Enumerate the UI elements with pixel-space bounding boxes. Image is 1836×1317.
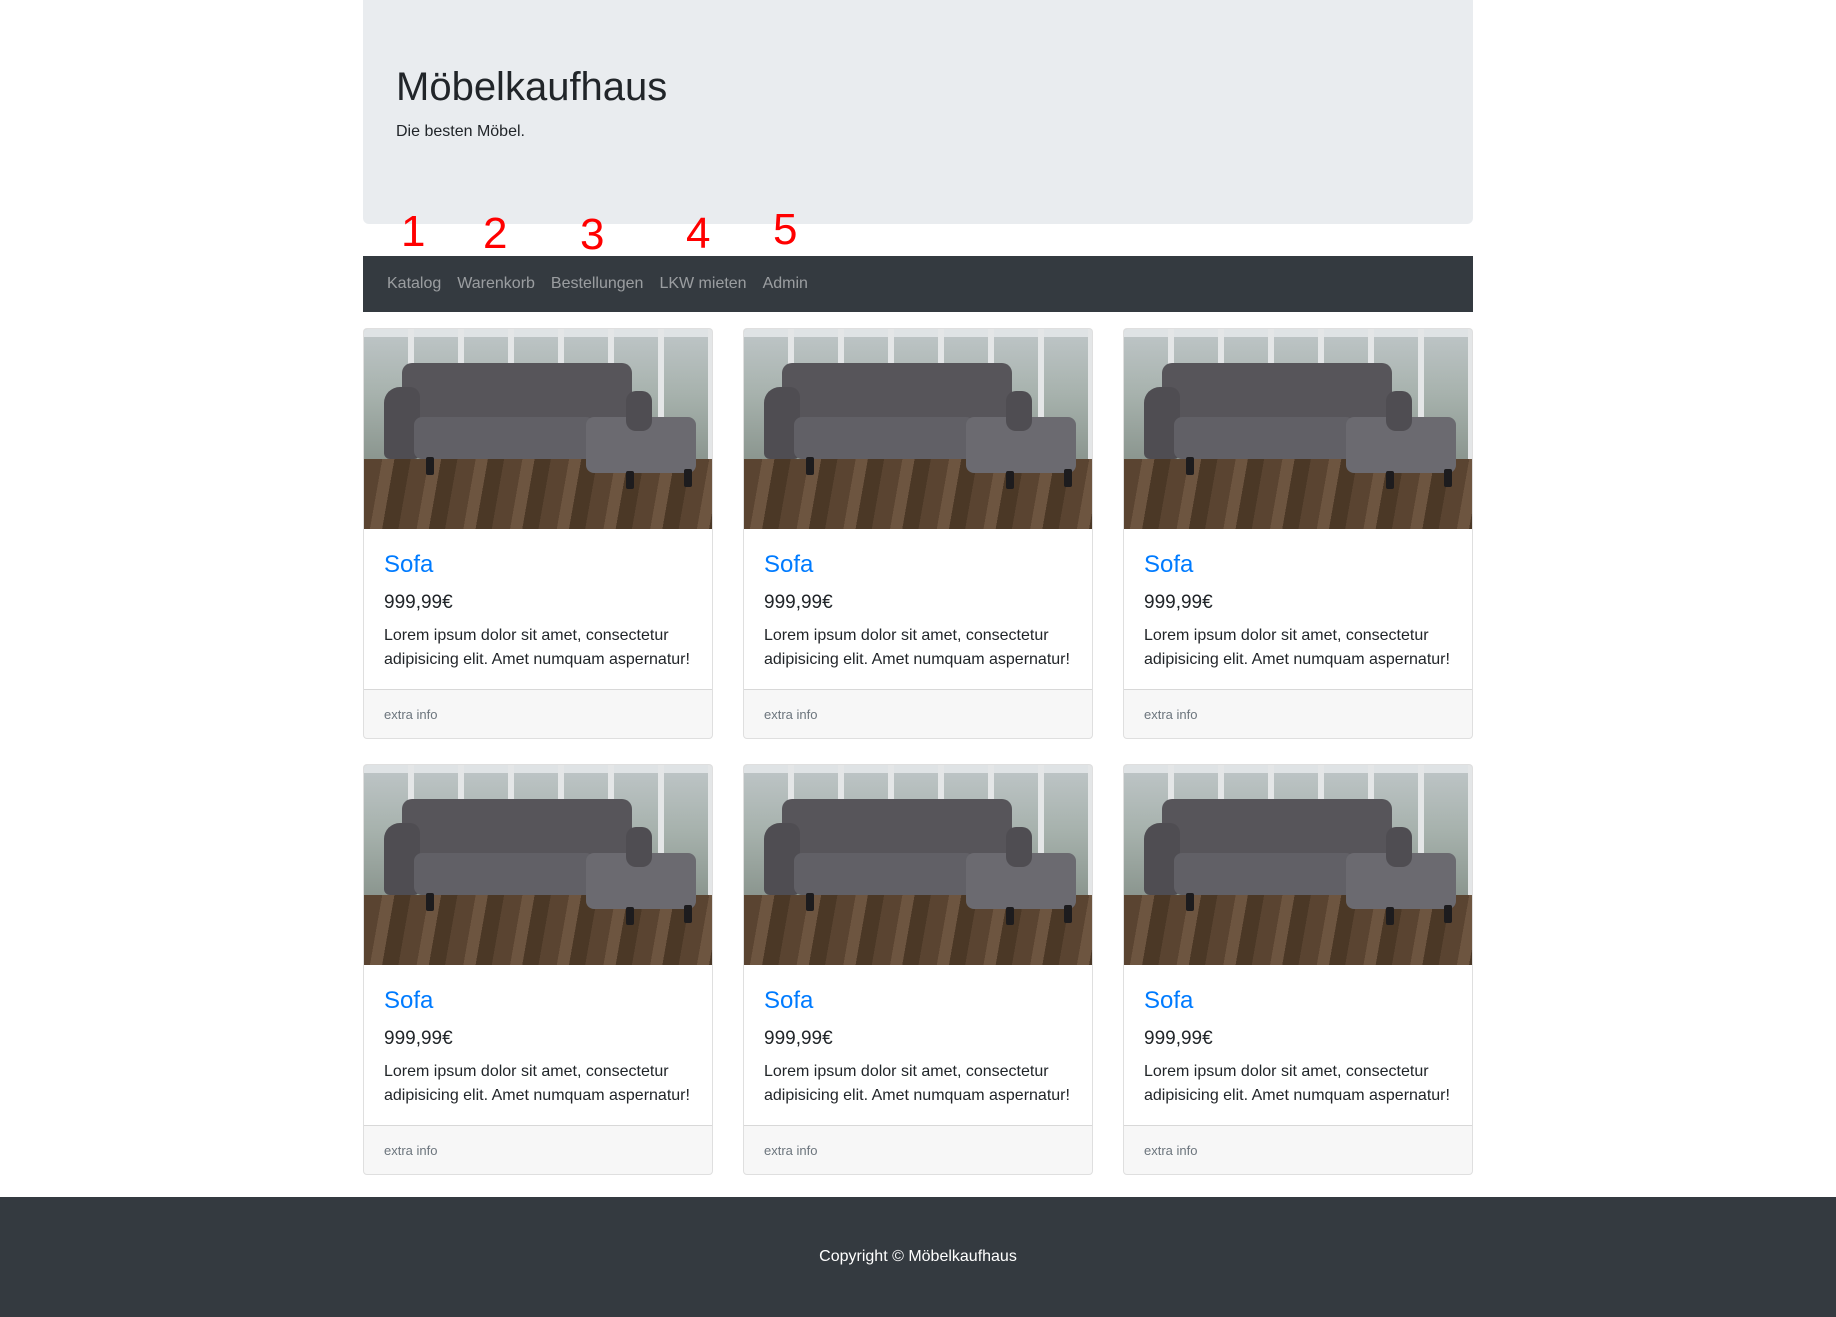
product-title-link[interactable]: Sofa <box>764 987 1072 1016</box>
card-footer: extra info <box>1124 689 1472 738</box>
product-price: 999,99€ <box>1144 591 1213 613</box>
product-description: Lorem ipsum dolor sit amet, consectetur … <box>764 1062 1070 1104</box>
product-description: Lorem ipsum dolor sit amet, consectetur … <box>764 626 1070 668</box>
product-description: Lorem ipsum dolor sit amet, consectetur … <box>384 1062 690 1104</box>
product-card: Sofa 999,99€ Lorem ipsum dolor sit amet,… <box>363 764 713 1175</box>
product-card: Sofa 999,99€ Lorem ipsum dolor sit amet,… <box>1123 328 1473 739</box>
copyright-text: Copyright © Möbelkaufhaus <box>819 1248 1017 1265</box>
product-price: 999,99€ <box>384 591 453 613</box>
card-footer: extra info <box>744 689 1092 738</box>
product-title-link[interactable]: Sofa <box>384 551 692 580</box>
product-price: 999,99€ <box>1144 1027 1213 1049</box>
page-footer: Copyright © Möbelkaufhaus <box>0 1197 1836 1317</box>
annotation-4: 4 <box>686 209 711 258</box>
product-title-link[interactable]: Sofa <box>384 987 692 1016</box>
nav-link-warenkorb[interactable]: Warenkorb <box>457 275 535 293</box>
card-footer: extra info <box>744 1125 1092 1174</box>
annotation-5: 5 <box>773 205 798 254</box>
annotation-3: 3 <box>580 210 605 259</box>
nav-link-lkw-mieten[interactable]: LKW mieten <box>659 275 746 293</box>
product-card: Sofa 999,99€ Lorem ipsum dolor sit amet,… <box>363 328 713 739</box>
nav-link-katalog[interactable]: Katalog <box>387 275 441 293</box>
nav-link-bestellungen[interactable]: Bestellungen <box>551 275 644 293</box>
product-description: Lorem ipsum dolor sit amet, consectetur … <box>1144 1062 1450 1104</box>
product-title-link[interactable]: Sofa <box>1144 551 1452 580</box>
sofa-image[interactable] <box>1124 765 1472 965</box>
sofa-image[interactable] <box>1124 329 1472 529</box>
product-price: 999,99€ <box>764 1027 833 1049</box>
product-grid: Sofa 999,99€ Lorem ipsum dolor sit amet,… <box>363 328 1473 1175</box>
card-footer-text: extra info <box>764 1142 818 1158</box>
card-footer: extra info <box>364 689 712 738</box>
card-footer-text: extra info <box>384 1142 438 1158</box>
card-footer: extra info <box>1124 1125 1472 1174</box>
sofa-image[interactable] <box>364 329 712 529</box>
card-footer-text: extra info <box>1144 1142 1198 1158</box>
annotation-1: 1 <box>401 207 426 256</box>
sofa-image[interactable] <box>744 765 1092 965</box>
page-subtitle: Die besten Möbel. <box>396 123 525 140</box>
sofa-image[interactable] <box>744 329 1092 529</box>
product-description: Lorem ipsum dolor sit amet, consectetur … <box>1144 626 1450 668</box>
product-card: Sofa 999,99€ Lorem ipsum dolor sit amet,… <box>743 764 1093 1175</box>
card-footer-text: extra info <box>384 706 438 722</box>
product-price: 999,99€ <box>764 591 833 613</box>
product-title-link[interactable]: Sofa <box>1144 987 1452 1016</box>
card-footer: extra info <box>364 1125 712 1174</box>
main-navbar: Katalog Warenkorb Bestellungen LKW miete… <box>363 256 1473 312</box>
card-footer-text: extra info <box>764 706 818 722</box>
card-footer-text: extra info <box>1144 706 1198 722</box>
product-card: Sofa 999,99€ Lorem ipsum dolor sit amet,… <box>743 328 1093 739</box>
sofa-image[interactable] <box>364 765 712 965</box>
product-card: Sofa 999,99€ Lorem ipsum dolor sit amet,… <box>1123 764 1473 1175</box>
product-title-link[interactable]: Sofa <box>764 551 1072 580</box>
nav-link-admin[interactable]: Admin <box>763 275 808 293</box>
product-price: 999,99€ <box>384 1027 453 1049</box>
annotation-2: 2 <box>483 209 508 258</box>
jumbotron-header: Möbelkaufhaus Die besten Möbel. <box>363 0 1473 224</box>
product-description: Lorem ipsum dolor sit amet, consectetur … <box>384 626 690 668</box>
page-title: Möbelkaufhaus <box>396 65 668 109</box>
